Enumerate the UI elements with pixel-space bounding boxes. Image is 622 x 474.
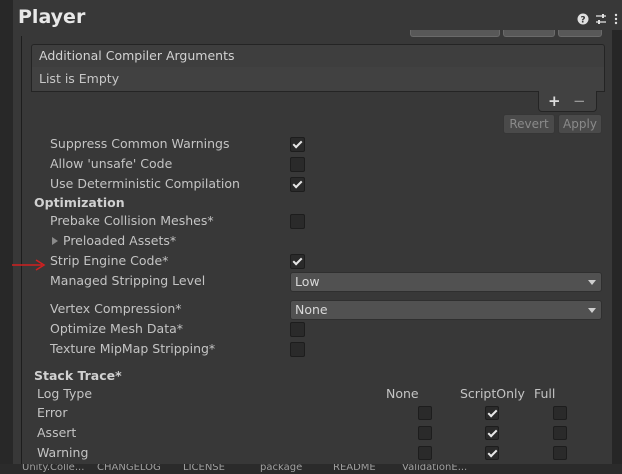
scrollbar-track[interactable] xyxy=(612,30,622,474)
asset-item[interactable]: ValidationE... xyxy=(402,464,467,473)
error-full-checkbox[interactable] xyxy=(553,406,567,420)
remove-item-button[interactable]: − xyxy=(573,92,586,110)
warning-none-checkbox[interactable] xyxy=(418,446,432,460)
suppress-warnings-label: Suppress Common Warnings xyxy=(50,136,230,151)
gutter-divider xyxy=(21,36,22,474)
vertex-compression-label: Vertex Compression* xyxy=(50,301,182,316)
column-none-header: None xyxy=(386,386,419,401)
assert-full-checkbox[interactable] xyxy=(553,426,567,440)
column-scriptonly-header: ScriptOnly xyxy=(460,386,525,401)
managed-stripping-label: Managed Stripping Level xyxy=(50,273,206,288)
log-type-header: Log Type xyxy=(37,386,93,401)
deterministic-checkbox[interactable] xyxy=(290,177,305,192)
red-arrow-icon xyxy=(11,258,47,275)
assert-none-checkbox[interactable] xyxy=(418,426,432,440)
optimize-mesh-label: Optimize Mesh Data* xyxy=(50,321,184,336)
assert-scriptonly-checkbox[interactable] xyxy=(485,426,499,440)
asset-item[interactable]: CHANGELOG xyxy=(97,464,161,473)
stack-row-label: Error xyxy=(37,405,68,420)
cutoff-button[interactable] xyxy=(410,30,500,37)
column-full-header: Full xyxy=(534,386,556,401)
optimize-mesh-checkbox[interactable] xyxy=(290,322,305,337)
cutoff-button[interactable] xyxy=(558,30,602,37)
optimization-section-title: Optimization xyxy=(34,195,125,210)
stack-row-label: Assert xyxy=(37,425,77,440)
asset-item[interactable]: package xyxy=(260,464,302,473)
list-footer: + − xyxy=(538,91,597,112)
chevron-down-icon xyxy=(588,308,596,313)
compiler-args-header: Additional Compiler Arguments xyxy=(31,44,605,68)
allow-unsafe-label: Allow 'unsafe' Code xyxy=(50,156,173,171)
page-title: Player xyxy=(18,6,86,28)
asset-item[interactable]: README xyxy=(333,464,376,473)
project-browser-strip: Unity.Colle... CHANGELOG LICENSE package… xyxy=(0,464,622,474)
managed-stripping-value: Low xyxy=(295,274,320,289)
deterministic-label: Use Deterministic Compilation xyxy=(50,176,240,191)
more-menu-icon[interactable] xyxy=(611,13,621,25)
list-empty-text: List is Empty xyxy=(39,71,120,86)
compiler-args-list: List is Empty xyxy=(31,67,605,92)
cutoff-button[interactable] xyxy=(503,30,555,37)
managed-stripping-dropdown[interactable]: Low xyxy=(290,272,602,292)
warning-scriptonly-checkbox[interactable] xyxy=(485,446,499,460)
chevron-down-icon xyxy=(588,280,596,285)
stack-row-label: Warning xyxy=(37,445,89,460)
compiler-args-title: Additional Compiler Arguments xyxy=(39,48,235,63)
mipmap-stripping-checkbox[interactable] xyxy=(290,342,305,357)
asset-item[interactable]: Unity.Colle... xyxy=(22,464,84,473)
settings-sliders-icon[interactable] xyxy=(595,13,607,25)
vertex-compression-value: None xyxy=(295,302,328,317)
prebake-checkbox[interactable] xyxy=(290,214,305,229)
apply-button[interactable]: Apply xyxy=(558,114,602,134)
suppress-warnings-checkbox[interactable] xyxy=(290,137,305,152)
asset-item[interactable]: LICENSE xyxy=(183,464,225,473)
svg-text:?: ? xyxy=(580,16,585,26)
vertex-compression-dropdown[interactable]: None xyxy=(290,300,602,320)
foldout-arrow-icon[interactable] xyxy=(52,237,58,245)
strip-engine-code-checkbox[interactable] xyxy=(290,254,305,269)
warning-full-checkbox[interactable] xyxy=(553,446,567,460)
error-scriptonly-checkbox[interactable] xyxy=(485,406,499,420)
error-none-checkbox[interactable] xyxy=(418,406,432,420)
allow-unsafe-checkbox[interactable] xyxy=(290,157,305,172)
mipmap-stripping-label: Texture MipMap Stripping* xyxy=(50,341,216,356)
preloaded-assets-foldout[interactable]: Preloaded Assets* xyxy=(63,233,176,248)
left-gutter xyxy=(0,0,13,474)
strip-engine-code-label: Strip Engine Code* xyxy=(50,253,169,268)
help-icon[interactable]: ? xyxy=(577,13,589,26)
revert-button[interactable]: Revert xyxy=(503,114,555,134)
add-item-button[interactable]: + xyxy=(548,92,561,110)
prebake-label: Prebake Collision Meshes* xyxy=(50,213,214,228)
stack-trace-section-title: Stack Trace* xyxy=(34,368,122,383)
